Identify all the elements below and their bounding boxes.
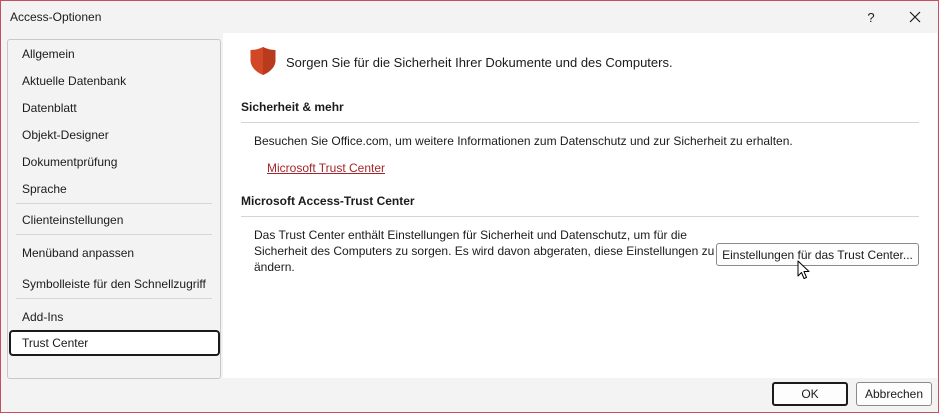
sidebar-item-allgemein[interactable]: Allgemein xyxy=(9,41,219,67)
sidebar-item-objekt-designer[interactable]: Objekt-Designer xyxy=(9,122,219,148)
cancel-button[interactable]: Abbrechen xyxy=(856,382,932,406)
section-title-sicherheit: Sicherheit & mehr xyxy=(241,100,344,114)
sidebar-item-schnellzugriff[interactable]: Symbolleiste für den Schnellzugriff xyxy=(9,271,219,297)
shield-icon xyxy=(250,47,276,75)
section-text-trust-center-line3: ändern. xyxy=(254,260,295,274)
sidebar-divider xyxy=(16,298,212,299)
section-text-office: Besuchen Sie Office.com, um weitere Info… xyxy=(254,134,793,148)
sidebar-item-trust-center[interactable]: Trust Center xyxy=(9,330,220,356)
section-divider xyxy=(241,122,919,123)
sidebar-item-menueband-anpassen[interactable]: Menüband anpassen xyxy=(9,240,219,266)
page-headline: Sorgen Sie für die Sicherheit Ihrer Doku… xyxy=(286,55,673,70)
sidebar-divider xyxy=(16,203,212,204)
trust-center-settings-button[interactable]: Einstellungen für das Trust Center... xyxy=(716,243,919,266)
category-sidebar: Allgemein Aktuelle Datenbank Datenblatt … xyxy=(7,39,221,379)
options-dialog: Access-Optionen ? Allgemein Aktuelle Dat… xyxy=(0,0,939,413)
sidebar-item-sprache[interactable]: Sprache xyxy=(9,176,219,202)
section-divider xyxy=(241,216,919,217)
help-button[interactable]: ? xyxy=(854,1,888,33)
close-icon xyxy=(909,11,921,23)
sidebar-item-clienteinstellungen[interactable]: Clienteinstellungen xyxy=(9,207,219,233)
window-title: Access-Optionen xyxy=(10,10,102,24)
section-title-trust-center: Microsoft Access-Trust Center xyxy=(241,194,415,208)
sidebar-item-datenblatt[interactable]: Datenblatt xyxy=(9,95,219,121)
close-button[interactable] xyxy=(898,1,932,33)
help-icon: ? xyxy=(867,9,875,25)
sidebar-item-dokumentpruefung[interactable]: Dokumentprüfung xyxy=(9,149,219,175)
sidebar-divider xyxy=(16,234,212,235)
main-content: Sorgen Sie für die Sicherheit Ihrer Doku… xyxy=(223,33,937,378)
mouse-cursor-icon xyxy=(797,260,810,279)
microsoft-trust-center-link[interactable]: Microsoft Trust Center xyxy=(267,161,385,175)
section-text-trust-center-line1: Das Trust Center enthält Einstellungen f… xyxy=(254,228,687,242)
ok-button[interactable]: OK xyxy=(772,382,848,406)
title-bar: Access-Optionen ? xyxy=(1,1,938,33)
sidebar-item-aktuelle-datenbank[interactable]: Aktuelle Datenbank xyxy=(9,68,219,94)
section-text-trust-center-line2: Sicherheit des Computers zu sorgen. Es w… xyxy=(254,244,715,258)
sidebar-item-add-ins[interactable]: Add-Ins xyxy=(9,304,219,330)
